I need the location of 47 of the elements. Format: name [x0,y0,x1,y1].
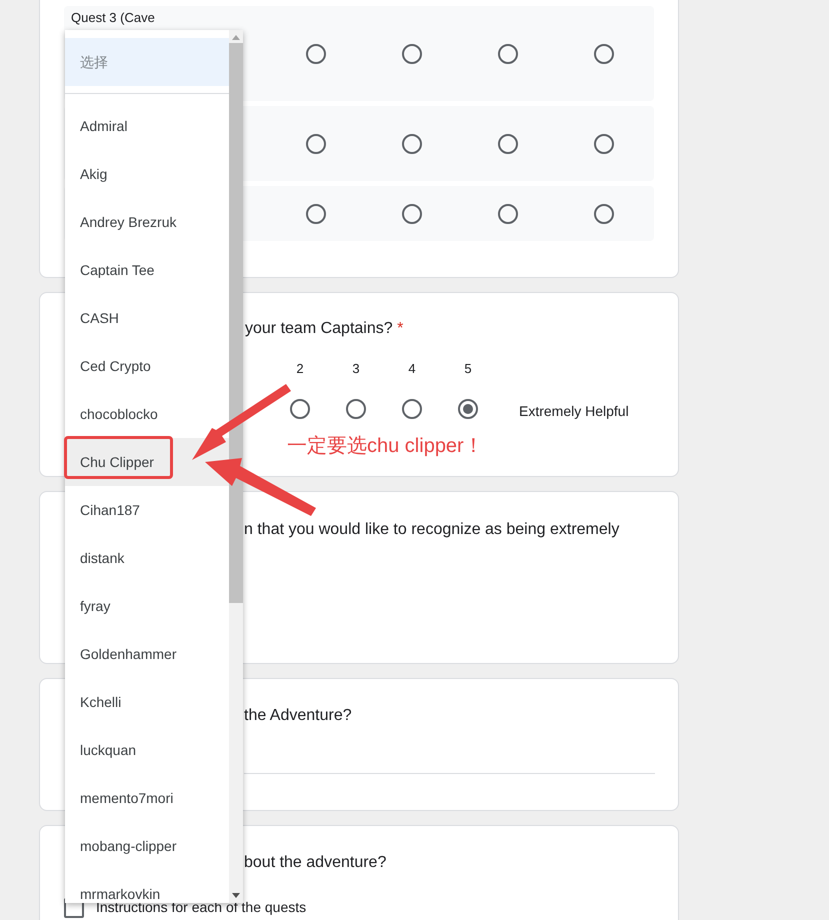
dropdown-option[interactable]: Akig [65,150,229,198]
dropdown-option[interactable]: Cihan187 [65,486,229,534]
radio-button[interactable] [458,399,478,419]
dropdown-option[interactable]: chocoblocko [65,390,229,438]
radio-button[interactable] [346,399,366,419]
radio-button[interactable] [306,204,326,224]
radio-button[interactable] [306,134,326,154]
radio-button[interactable] [306,44,326,64]
dropdown-option[interactable]: mobang-clipper [65,822,229,870]
radio-button[interactable] [594,134,614,154]
scrollbar-thumb[interactable] [229,43,243,603]
dropdown-option[interactable]: Admiral [65,102,229,150]
question-title: the Adventure? [244,706,353,726]
question-title: n that you would like to recognize as being extremely [244,521,620,538]
annotation-text: 一定要选chu clipper！ [287,434,484,459]
row-label: Quest 3 (Cave [71,10,155,25]
scale-number: 2 [296,360,304,375]
radio-button[interactable] [402,399,422,419]
dropdown-option[interactable]: Andrey Brezruk [65,198,229,246]
dropdown-option[interactable]: fyray [65,582,229,630]
dropdown-option[interactable]: Captain Tee [65,246,229,294]
question-title: your team Captains? [245,320,393,337]
dropdown-option[interactable]: Kchelli [65,678,229,726]
dropdown-option[interactable]: luckquan [65,726,229,774]
radio-button[interactable] [498,44,518,64]
scale-number: 4 [408,360,416,375]
scale-label: Extremely Helpful [519,402,629,421]
radio-button[interactable] [594,204,614,224]
scroll-down-icon[interactable] [232,893,240,898]
dropdown-option[interactable]: CASH [65,294,229,342]
radio-button[interactable] [498,204,518,224]
radio-button[interactable] [290,399,310,419]
radio-button[interactable] [402,204,422,224]
dropdown-option[interactable]: Ced Crypto [65,342,229,390]
radio-button[interactable] [498,134,518,154]
scrollbar[interactable] [229,30,243,903]
dropdown-option[interactable]: Goldenhammer [65,630,229,678]
radio-button[interactable] [402,134,422,154]
scale-number: 5 [464,360,472,375]
question-title: bout the adventure? [243,853,388,873]
dropdown-option[interactable]: distank [65,534,229,582]
radio-button[interactable] [594,44,614,64]
dropdown-option[interactable]: mrmarkovkin [65,870,229,903]
required-mark: * [397,320,404,337]
radio-button[interactable] [402,44,422,64]
dropdown-option[interactable]: memento7mori [65,774,229,822]
scale-number: 3 [352,360,360,375]
